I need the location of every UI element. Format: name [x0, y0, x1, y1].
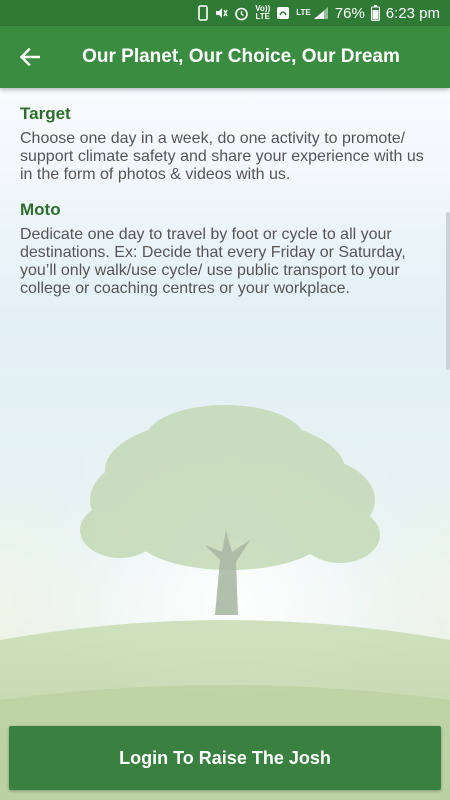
section-heading-target: Target	[20, 104, 71, 123]
wifi-calling-icon	[276, 4, 290, 22]
moto-section: Moto Dedicate one day to travel by foot …	[20, 200, 438, 298]
lte-signal-icon: LTE	[296, 4, 329, 22]
volte-icon: Vo)) LTE	[255, 4, 271, 21]
mute-icon	[214, 4, 228, 22]
battery-percent: 76%	[334, 4, 365, 22]
target-section: Target Choose one day in a week, do one …	[20, 104, 438, 184]
section-body-target: Choose one day in a week, do one activit…	[20, 130, 424, 183]
section-body-moto: Dedicate one day to travel by foot or cy…	[20, 226, 406, 297]
status-bar: Vo)) LTE LTE 76% 6:23 pm	[0, 0, 450, 26]
screen: Vo)) LTE LTE 76% 6:23 pm Our Planet, Our…	[0, 0, 450, 800]
login-button[interactable]: Login To Raise The Josh	[9, 726, 441, 790]
arrow-left-icon	[20, 48, 40, 66]
section-heading-moto: Moto	[20, 200, 61, 219]
phone-icon	[198, 4, 209, 22]
alarm-icon	[234, 4, 249, 22]
app-bar: Our Planet, Our Choice, Our Dream	[0, 26, 450, 88]
lte-label: LTE	[296, 8, 311, 17]
status-time: 6:23 pm	[385, 4, 440, 22]
back-button[interactable]	[0, 26, 60, 88]
content-area: Target Choose one day in a week, do one …	[20, 104, 438, 314]
page-title: Our Planet, Our Choice, Our Dream	[82, 46, 400, 67]
battery-icon	[370, 4, 380, 22]
scrollbar[interactable]	[446, 212, 450, 370]
